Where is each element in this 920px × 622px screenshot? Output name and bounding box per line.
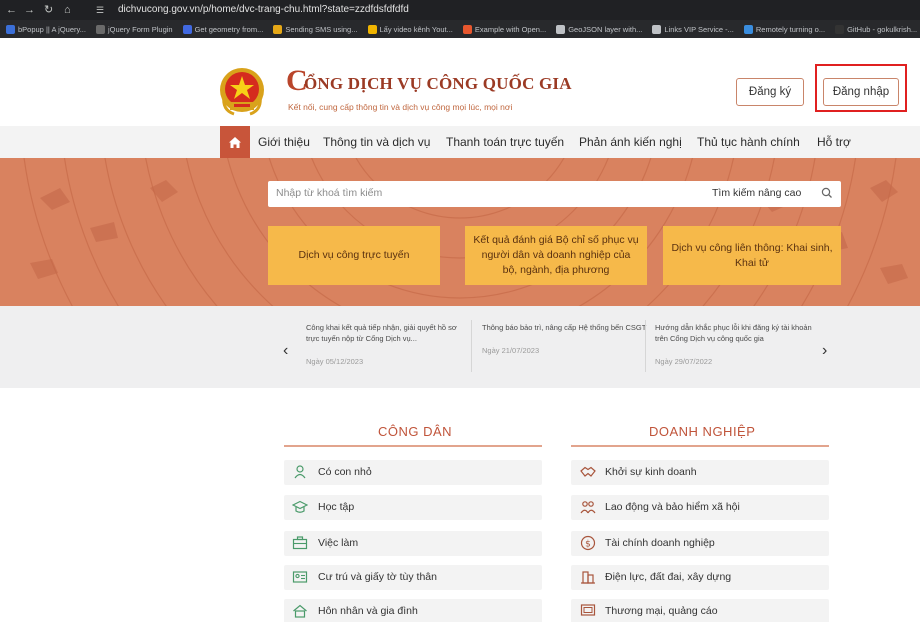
citizen-item-label: Có con nhỏ — [318, 466, 372, 478]
home-icon — [229, 136, 241, 148]
news-date: Ngày 29/07/2022 — [655, 357, 713, 366]
nav-home-button[interactable] — [220, 126, 250, 158]
bookmark-label: GitHub - gokulkrish... — [847, 24, 918, 34]
graduation-cap-icon — [292, 500, 308, 513]
news-divider — [471, 320, 472, 372]
card-interconnected-services[interactable]: Dịch vụ công liên thông: Khai sinh, Khai… — [663, 226, 841, 285]
bookmark-favicon-icon — [273, 24, 283, 34]
bookmark-favicon-icon — [556, 24, 566, 34]
bookmark-item[interactable]: Lấy video kênh Yout... — [367, 24, 453, 34]
business-item-label: Lao động và bảo hiểm xã hội — [605, 501, 740, 513]
people-icon — [580, 501, 596, 514]
bookmark-label: Links VIP Service -... — [664, 24, 734, 34]
portal-subtitle: Kết nối, cung cấp thông tin và dịch vụ c… — [288, 102, 513, 112]
bookmark-item[interactable]: Get geometry from... — [182, 24, 264, 34]
forward-icon[interactable]: → — [24, 3, 35, 17]
bookmark-favicon-icon — [652, 24, 662, 34]
news-date: Ngày 21/07/2023 — [482, 346, 540, 355]
dollar-icon: $ — [580, 535, 596, 551]
briefcase-icon — [292, 536, 308, 550]
bookmark-label: Sending SMS using... — [285, 24, 358, 34]
citizen-item-label: Cư trú và giấy tờ tùy thân — [318, 571, 437, 583]
chevron-left-icon[interactable]: ‹ — [283, 342, 288, 360]
citizen-item-label: Việc làm — [318, 537, 359, 549]
bookmark-favicon-icon — [182, 24, 192, 34]
nav-item-thu-tuc[interactable]: Thủ tục hành chính — [697, 135, 800, 149]
bookmarks-bar: bPopup || A jQuery... jQuery Form Plugin G… — [0, 20, 920, 38]
bookmark-item[interactable]: Remotely turning o... — [743, 24, 826, 34]
id-card-icon — [292, 571, 308, 583]
citizen-section-title: CÔNG DÂN — [378, 424, 453, 439]
business-item-label: Tài chính doanh nghiệp — [605, 537, 715, 549]
bookmark-item[interactable]: jQuery Form Plugin — [95, 24, 173, 34]
bookmark-favicon-icon — [462, 24, 472, 34]
family-home-icon — [293, 604, 307, 618]
bookmark-favicon-icon — [95, 24, 105, 34]
search-icon[interactable] — [820, 186, 834, 200]
building-icon — [581, 571, 595, 584]
bookmark-favicon-icon — [367, 24, 377, 34]
address-bar[interactable]: dichvucong.gov.vn/p/home/dvc-trang-chu.h… — [118, 3, 409, 17]
news-divider — [645, 320, 646, 372]
citizen-item-label: Học tập — [318, 501, 355, 513]
site-info-icon[interactable]: ☰ — [96, 3, 104, 17]
bookmark-label: jQuery Form Plugin — [107, 24, 173, 34]
bookmark-label: GeoJSON layer with... — [568, 24, 643, 34]
news-title: Công khai kết quả tiếp nhận, giải quyết … — [306, 323, 457, 343]
bookmark-favicon-icon — [835, 24, 845, 34]
handshake-icon — [580, 466, 596, 477]
svg-text:$: $ — [585, 540, 591, 550]
bookmark-item[interactable]: Sending SMS using... — [273, 24, 358, 34]
business-item-label: Điện lực, đất đai, xây dựng — [605, 571, 732, 583]
nav-item-phan-anh[interactable]: Phản ánh kiến nghị — [579, 135, 682, 149]
news-item[interactable]: Thông báo bảo trì, nâng cấp Hệ thống bến… — [482, 322, 648, 355]
news-title: Hướng dẫn khắc phục lỗi khi đăng ký tài … — [655, 323, 812, 343]
news-item[interactable]: Hướng dẫn khắc phục lỗi khi đăng ký tài … — [655, 322, 821, 366]
card-index-results[interactable]: Kết quả đánh giá Bộ chỉ số phục vụ người… — [465, 226, 647, 285]
reload-icon[interactable]: ↻ — [44, 3, 53, 17]
bookmark-item[interactable]: bPopup || A jQuery... — [6, 24, 86, 34]
bookmark-favicon-icon — [743, 24, 753, 34]
bookmark-favicon-icon — [6, 24, 15, 34]
business-item-label: Khởi sự kinh doanh — [605, 466, 697, 478]
news-date: Ngày 05/12/2023 — [306, 357, 364, 366]
section-divider — [284, 445, 542, 447]
bookmark-item[interactable]: Example with Open... — [462, 24, 547, 34]
business-section-title: DOANH NGHIỆP — [649, 424, 756, 439]
bookmark-item[interactable]: Links VIP Service -... — [652, 24, 734, 34]
bookmark-label: Get geometry from... — [194, 24, 264, 34]
billboard-icon — [580, 604, 596, 616]
card-online-services[interactable]: Dịch vụ công trực tuyến — [268, 226, 440, 285]
nav-item-gioi-thieu[interactable]: Giới thiệu — [258, 135, 310, 149]
national-emblem-icon — [220, 68, 264, 116]
portal-title: ỔNG DỊCH VỤ CÔNG QUỐC GIA — [304, 74, 572, 93]
nav-item-thanh-toan[interactable]: Thanh toán trực tuyến — [446, 135, 564, 149]
home-icon[interactable]: ⌂ — [64, 3, 71, 17]
bookmark-item[interactable]: GeoJSON layer with... — [556, 24, 643, 34]
citizen-item-label: Hôn nhân và gia đình — [318, 605, 418, 617]
section-divider — [571, 445, 829, 447]
bookmark-item[interactable]: GitHub - gokulkrish... — [835, 24, 918, 34]
nav-item-thong-tin-dich-vu[interactable]: Thông tin và dịch vụ — [323, 135, 430, 149]
chevron-right-icon[interactable]: › — [822, 342, 827, 360]
bookmark-label: Lấy video kênh Yout... — [379, 24, 453, 34]
bookmark-label: Remotely turning o... — [755, 24, 826, 34]
register-button[interactable]: Đăng ký — [736, 78, 804, 106]
news-title: Thông báo bảo trì, nâng cấp Hệ thống bến… — [482, 323, 647, 332]
search-input[interactable]: Nhập từ khoá tìm kiếm — [276, 187, 382, 199]
back-icon[interactable]: ← — [6, 3, 17, 17]
news-item[interactable]: Công khai kết quả tiếp nhận, giải quyết … — [306, 322, 472, 366]
bookmark-label: bPopup || A jQuery... — [18, 24, 86, 34]
baby-icon — [294, 465, 306, 479]
login-button[interactable]: Đăng nhập — [823, 78, 899, 106]
business-item-label: Thương mại, quảng cáo — [605, 605, 718, 617]
advanced-search-link[interactable]: Tìm kiếm nâng cao — [712, 187, 801, 199]
bookmark-label: Example with Open... — [474, 24, 547, 34]
nav-item-ho-tro[interactable]: Hỗ trợ — [817, 135, 851, 149]
